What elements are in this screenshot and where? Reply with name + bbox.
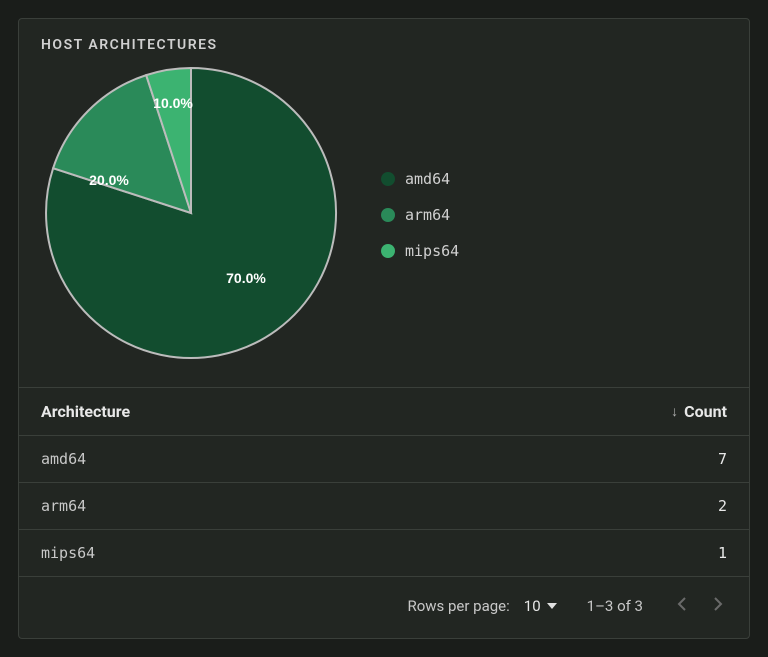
legend-item-mips64[interactable]: mips64 (381, 242, 459, 260)
table-row: mips64 1 (19, 530, 749, 577)
legend-swatch (381, 172, 395, 186)
legend-label: mips64 (405, 242, 459, 260)
prev-page-button[interactable] (673, 593, 690, 619)
cell-architecture: amd64 (41, 450, 86, 468)
cell-count: 2 (718, 497, 727, 515)
legend-swatch (381, 208, 395, 222)
legend-item-amd64[interactable]: amd64 (381, 170, 459, 188)
table-footer: Rows per page: 10 1–3 of 3 (19, 577, 749, 635)
chevron-right-icon (714, 597, 723, 611)
rows-per-page-label: Rows per page: (407, 597, 509, 615)
column-header-architecture[interactable]: Architecture (41, 402, 130, 421)
pager (673, 593, 727, 619)
chevron-down-icon (547, 603, 557, 609)
card-title: HOST ARCHITECTURES (19, 19, 749, 63)
pie-label-mips64: 10.0% (153, 95, 193, 111)
chevron-left-icon (677, 597, 686, 611)
cell-architecture: arm64 (41, 497, 86, 515)
pie-label-amd64: 70.0% (226, 270, 266, 286)
column-header-count[interactable]: ↓ Count (671, 402, 727, 421)
cell-count: 1 (718, 544, 727, 562)
chart-legend: amd64 arm64 mips64 (381, 170, 459, 260)
next-page-button[interactable] (710, 593, 727, 619)
legend-label: arm64 (405, 206, 450, 224)
rows-per-page: Rows per page: 10 (407, 597, 556, 615)
table-header-row: Architecture ↓ Count (19, 388, 749, 436)
cell-count: 7 (718, 450, 727, 468)
host-architectures-card: HOST ARCHITECTURES 70.0% 20.0% 10.0% (18, 18, 750, 639)
table-row: amd64 7 (19, 436, 749, 483)
legend-swatch (381, 244, 395, 258)
architecture-table: Architecture ↓ Count amd64 7 arm64 2 mip… (19, 387, 749, 577)
pie-chart: 70.0% 20.0% 10.0% (41, 63, 341, 367)
cell-architecture: mips64 (41, 544, 95, 562)
rows-per-page-select[interactable]: 10 (524, 597, 557, 615)
chart-area: 70.0% 20.0% 10.0% amd64 arm64 mips64 (19, 63, 749, 387)
legend-label: amd64 (405, 170, 450, 188)
pie-label-arm64: 20.0% (89, 172, 129, 188)
pagination-range: 1–3 of 3 (587, 597, 643, 615)
legend-item-arm64[interactable]: arm64 (381, 206, 459, 224)
sort-descending-icon: ↓ (671, 403, 678, 420)
table-row: arm64 2 (19, 483, 749, 530)
